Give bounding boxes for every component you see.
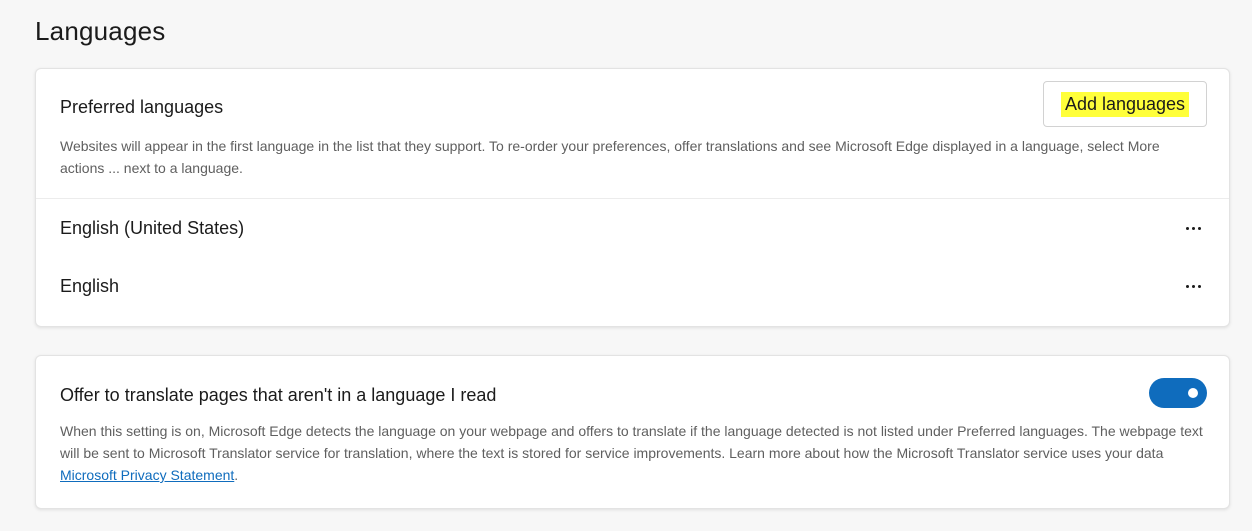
more-horizontal-icon xyxy=(1185,284,1201,288)
translate-description-text: When this setting is on, Microsoft Edge … xyxy=(60,423,1203,461)
translate-description-suffix: . xyxy=(234,467,239,483)
add-languages-label: Add languages xyxy=(1060,91,1190,117)
add-languages-button[interactable]: Add languages xyxy=(1043,81,1207,127)
preferred-languages-card: Preferred languages Websites will appear… xyxy=(35,68,1230,327)
translate-description: When this setting is on, Microsoft Edge … xyxy=(60,420,1210,486)
more-horizontal-icon xyxy=(1185,226,1201,230)
preferred-languages-description: Websites will appear in the first langua… xyxy=(60,138,1160,176)
translate-title: Offer to translate pages that aren't in … xyxy=(60,385,497,405)
preferred-languages-header: Preferred languages Websites will appear… xyxy=(36,69,1229,199)
preferred-languages-title: Preferred languages xyxy=(60,97,224,117)
more-actions-button[interactable] xyxy=(1179,214,1207,242)
privacy-statement-link[interactable]: Microsoft Privacy Statement xyxy=(60,467,234,483)
toggle-knob xyxy=(1188,388,1198,398)
list-item: English xyxy=(36,257,1229,315)
page-title: Languages xyxy=(35,16,166,46)
translate-toggle[interactable] xyxy=(1149,378,1207,408)
translate-card: Offer to translate pages that aren't in … xyxy=(35,355,1230,509)
language-list: English (United States) English xyxy=(36,199,1229,315)
list-item: English (United States) xyxy=(36,199,1229,257)
more-actions-button[interactable] xyxy=(1179,272,1207,300)
language-label: English xyxy=(60,275,120,296)
language-label: English (United States) xyxy=(60,217,245,238)
settings-page: Languages Preferred languages Websites w… xyxy=(0,0,1252,531)
